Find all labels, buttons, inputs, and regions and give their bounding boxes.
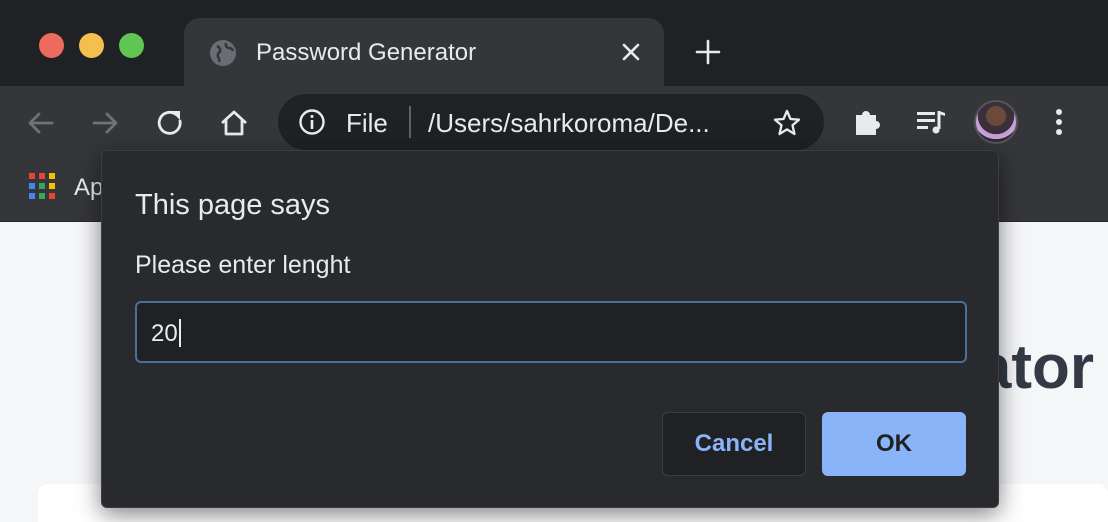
- forward-icon[interactable]: [88, 106, 122, 140]
- scheme-label: File: [346, 108, 388, 138]
- media-icon[interactable]: [913, 104, 949, 140]
- window-close-button[interactable]: [39, 33, 64, 58]
- dialog-title: This page says: [135, 189, 331, 221]
- apps-icon[interactable]: [29, 173, 55, 199]
- home-icon[interactable]: [217, 106, 251, 140]
- address-bar[interactable]: File /Users/sahrkoroma/De...: [278, 94, 824, 150]
- extensions-icon[interactable]: [850, 104, 886, 140]
- star-icon[interactable]: [772, 108, 802, 138]
- menu-icon[interactable]: [1041, 104, 1077, 140]
- length-input-value: 20: [151, 318, 181, 349]
- prompt-dialog: This page says Please enter lenght 20 Ca…: [101, 150, 999, 508]
- text-caret: [178, 318, 181, 347]
- cancel-button[interactable]: Cancel: [662, 412, 806, 476]
- avatar[interactable]: [974, 100, 1018, 144]
- input-value-text: 20: [151, 320, 178, 347]
- omnibox-divider: [409, 106, 411, 138]
- plus-icon[interactable]: [694, 38, 722, 66]
- length-input[interactable]: 20: [135, 301, 967, 363]
- tab-strip: Password Generator: [0, 0, 1108, 86]
- globe-icon: [210, 40, 236, 66]
- tab-password-generator[interactable]: Password Generator: [184, 18, 664, 86]
- ok-button[interactable]: OK: [822, 412, 966, 476]
- close-icon[interactable]: [619, 40, 643, 64]
- window-minimize-button[interactable]: [79, 33, 104, 58]
- tab-title: Password Generator: [256, 39, 477, 66]
- back-icon[interactable]: [24, 106, 58, 140]
- toolbar: File /Users/sahrkoroma/De...: [0, 86, 1108, 160]
- dialog-message: Please enter lenght: [135, 251, 351, 279]
- reload-icon[interactable]: [153, 106, 187, 140]
- url-text[interactable]: /Users/sahrkoroma/De...: [428, 108, 710, 139]
- window-zoom-button[interactable]: [119, 33, 144, 58]
- info-icon[interactable]: [298, 108, 326, 136]
